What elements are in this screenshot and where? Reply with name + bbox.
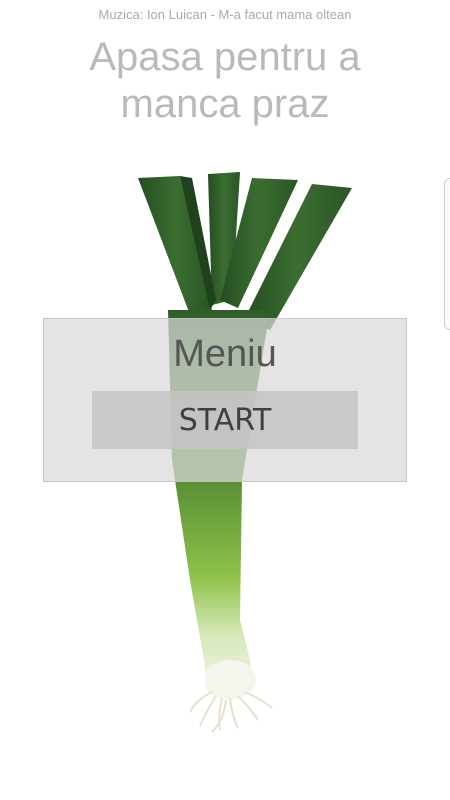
game-screen: Muzica: Ion Luican - M-a facut mama olte… (0, 0, 450, 800)
edge-panel-handle[interactable] (444, 178, 450, 330)
music-credit: Muzica: Ion Luican - M-a facut mama olte… (98, 7, 352, 22)
start-button[interactable]: START (92, 391, 358, 449)
page-title: Apasa pentru a manca praz (89, 35, 361, 126)
menu-title: Meniu (173, 333, 277, 375)
menu-panel: Meniu START (43, 318, 407, 482)
